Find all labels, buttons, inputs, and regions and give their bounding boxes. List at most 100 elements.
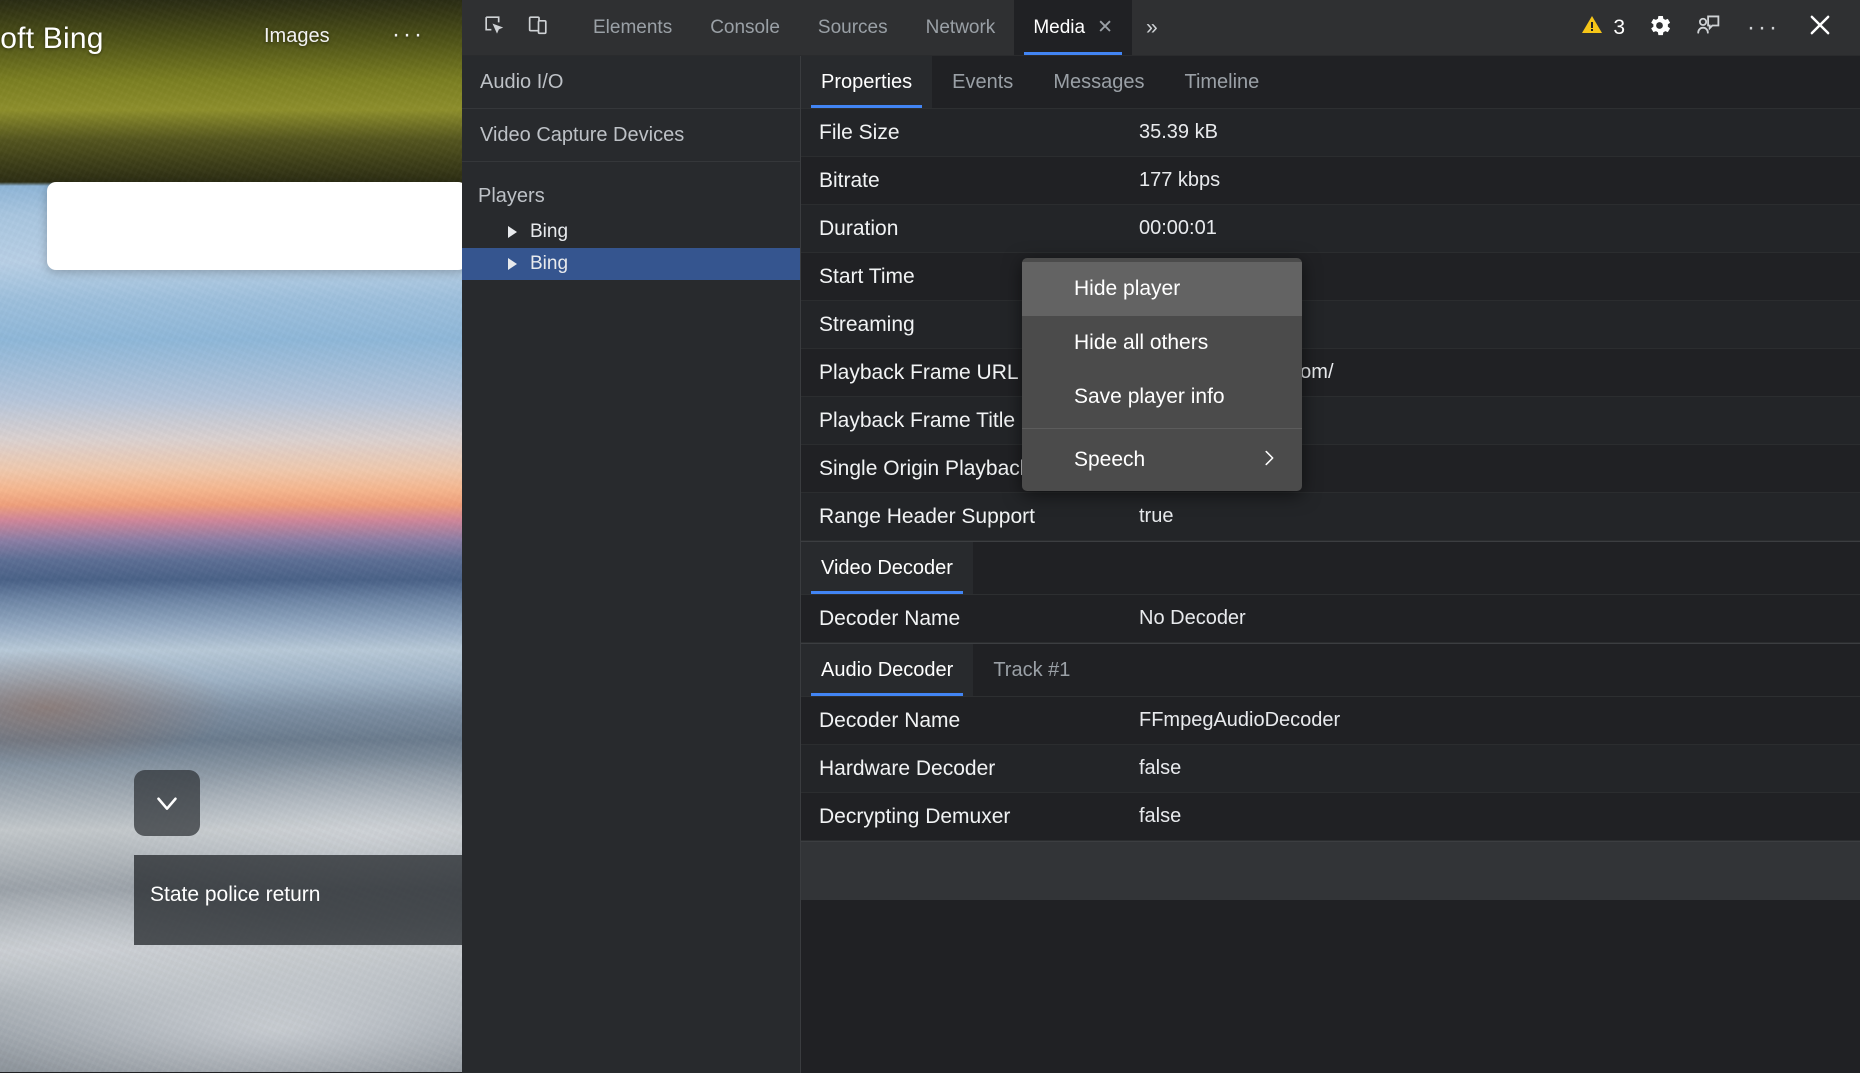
sidebar-item-label: Audio I/O [480, 70, 564, 93]
property-value: false [1139, 805, 1182, 827]
bing-logo[interactable]: rosoft Bing [0, 22, 104, 56]
triangle-right-icon[interactable] [508, 226, 517, 238]
tab-audio-decoder[interactable]: Audio Decoder [801, 644, 974, 696]
scroll-down-button[interactable] [134, 770, 200, 836]
tab-elements[interactable]: Elements [574, 0, 691, 55]
tab-label: Network [925, 16, 996, 38]
table-row: Playback Frame Title Bing [801, 397, 1860, 445]
close-icon [1806, 11, 1834, 44]
players-group-title: Players [478, 184, 545, 207]
property-key: Decrypting Demuxer [819, 804, 1011, 828]
property-key: Decoder Name [819, 708, 961, 732]
menu-item-speech[interactable]: Speech [1022, 433, 1302, 487]
triangle-right-icon[interactable] [508, 258, 517, 270]
feedback-person-icon [1693, 11, 1722, 45]
sidebar-item-audio-io[interactable]: Audio I/O [462, 56, 800, 109]
subtab-properties[interactable]: Properties [801, 56, 933, 108]
property-key: Hardware Decoder [819, 756, 996, 780]
player-list-item-2[interactable]: Bing [462, 248, 800, 280]
menu-item-label: Hide all others [1074, 331, 1209, 354]
property-key: Duration [819, 216, 899, 240]
close-devtools-button[interactable] [1798, 6, 1842, 50]
table-row: File Size 35.39 kB [801, 109, 1860, 157]
subtab-label: Audio Decoder [821, 658, 954, 681]
news-headline: State police return [150, 883, 321, 906]
table-row: Decoder Name FFmpegAudioDecoder [801, 697, 1860, 745]
menu-item-hide-all-others[interactable]: Hide all others [1022, 316, 1302, 370]
property-value: 35.39 kB [1139, 121, 1218, 143]
table-row: Playback Frame URL https://www.bing.com/ [801, 349, 1860, 397]
settings-button[interactable] [1637, 6, 1681, 50]
property-value: No Decoder [1139, 607, 1246, 629]
table-row: Start Time 0 [801, 253, 1860, 301]
property-value: false [1139, 757, 1182, 779]
property-key: Bitrate [819, 168, 880, 192]
properties-table: File Size 35.39 kB Bitrate 177 kbps Dura… [801, 109, 1860, 1073]
menu-item-hide-player[interactable]: Hide player [1022, 262, 1302, 316]
table-row: Streaming false [801, 301, 1860, 349]
tab-label: Console [710, 16, 780, 38]
table-row: Single Origin Playback true [801, 445, 1860, 493]
tab-label: Elements [593, 16, 673, 38]
feedback-button[interactable] [1685, 6, 1729, 50]
tab-console[interactable]: Console [691, 0, 799, 55]
sidebar-item-video-capture-devices[interactable]: Video Capture Devices [462, 109, 800, 162]
subtab-label: Events [952, 70, 1014, 93]
menu-item-label: Save player info [1074, 385, 1225, 408]
players-group: Players Bing Bing [462, 162, 800, 280]
subtab-label: Video Decoder [821, 556, 953, 579]
device-toolbar-button[interactable] [516, 6, 560, 50]
player-label: Bing [530, 253, 569, 274]
subtab-messages[interactable]: Messages [1033, 56, 1164, 108]
panel-filler [801, 841, 1860, 900]
menu-separator [1022, 428, 1302, 429]
more-options-button[interactable]: ··· [1733, 15, 1794, 39]
property-key: Decoder Name [819, 606, 961, 630]
subtab-timeline[interactable]: Timeline [1164, 56, 1279, 108]
property-value: 00:00:01 [1139, 217, 1217, 239]
table-row: Bitrate 177 kbps [801, 157, 1860, 205]
table-row: Decrypting Demuxer false [801, 793, 1860, 841]
video-decoder-tab-strip: Video Decoder [801, 541, 1860, 595]
player-list-item-1[interactable]: Bing [462, 216, 800, 248]
device-toolbar-icon [526, 13, 551, 43]
tab-overflow-button[interactable]: » [1132, 0, 1172, 55]
tab-close-icon[interactable]: ✕ [1097, 18, 1113, 37]
media-sidebar: Audio I/O Video Capture Devices Players … [462, 56, 801, 1073]
tab-label: Media [1033, 16, 1086, 38]
gear-icon [1646, 12, 1673, 44]
warning-indicator[interactable]: 3 [1572, 13, 1633, 42]
tab-network[interactable]: Network [907, 0, 1015, 55]
news-card[interactable]: State police return [134, 855, 462, 945]
toolbar-right-group: 3 ··· [1572, 6, 1860, 50]
search-input[interactable] [47, 182, 462, 270]
inspect-element-button[interactable] [472, 6, 516, 50]
devtools-toolbar: Elements Console Sources Network Media ✕… [462, 0, 1860, 56]
player-context-menu: Hide player Hide all others Save player … [1022, 258, 1302, 491]
chevron-down-icon [150, 786, 184, 820]
nav-item-images[interactable]: Images [264, 25, 330, 48]
tab-sources[interactable]: Sources [799, 0, 907, 55]
media-subtab-strip: Properties Events Messages Timeline [801, 56, 1860, 109]
chevron-right-icon [1258, 447, 1280, 473]
property-key: Range Header Support [819, 504, 1035, 528]
property-value: true [1139, 505, 1174, 527]
table-row: Range Header Support true [801, 493, 1860, 541]
menu-item-label: Speech [1074, 448, 1146, 471]
nav-more-icon[interactable]: ··· [392, 23, 425, 47]
sidebar-item-label: Video Capture Devices [480, 123, 685, 146]
menu-item-save-player-info[interactable]: Save player info [1022, 370, 1302, 424]
subtab-label: Properties [821, 70, 913, 93]
bing-page: rosoft Bing Images ··· State police retu… [0, 0, 462, 1072]
player-label: Bing [530, 221, 569, 242]
table-row: Hardware Decoder false [801, 745, 1860, 793]
devtools-body: Audio I/O Video Capture Devices Players … [462, 56, 1860, 1073]
tab-track-1[interactable]: Track #1 [973, 644, 1090, 696]
subtab-events[interactable]: Events [932, 56, 1033, 108]
inspect-element-icon [482, 13, 507, 43]
tab-video-decoder[interactable]: Video Decoder [801, 542, 973, 594]
more-options-icon: ··· [1747, 13, 1780, 41]
warning-count: 3 [1613, 15, 1626, 39]
tab-media[interactable]: Media ✕ [1014, 0, 1132, 55]
property-key: File Size [819, 120, 900, 144]
